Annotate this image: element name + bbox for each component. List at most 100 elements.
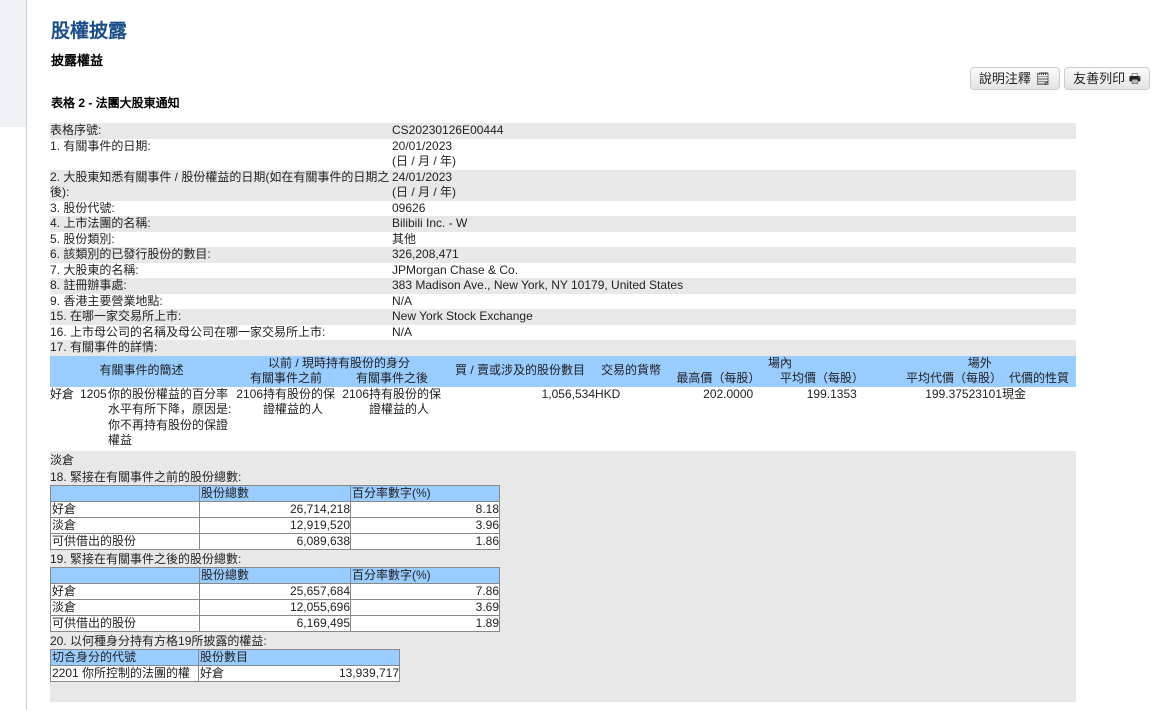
row-label: 淡倉 <box>50 516 200 534</box>
field-label: 17. 有關事件的詳情: <box>50 340 158 354</box>
row-pct: 3.69 <box>350 598 500 616</box>
after-code: 2106 <box>342 386 369 401</box>
s19-row: 淡倉 12,055,696 3.69 <box>50 598 500 616</box>
header-after: 有關事件之後 <box>355 371 428 385</box>
field-row: 1. 有關事件的日期: 20/01/2023 (日 / 月 / 年) <box>50 139 1076 170</box>
row-total: 26,714,218 <box>199 500 351 518</box>
row-pct: 8.18 <box>350 500 500 518</box>
capacity-desc: 你所控制的法團的權 <box>82 665 191 680</box>
row-total: 25,657,684 <box>199 582 351 600</box>
row-pct: 7.86 <box>350 582 500 600</box>
row-label: 淡倉 <box>50 598 200 616</box>
field-label: 3. 股份代號: <box>50 200 115 215</box>
row-label: 可供借出的股份 <box>50 614 200 632</box>
field-label: 1. 有關事件的日期: <box>50 138 151 153</box>
s18-col2: 百分率數字(%) <box>350 484 500 502</box>
header-average: 平均價（每股） <box>779 371 864 385</box>
field-value: 20/01/2023 <box>392 138 453 153</box>
field-label: 15. 在哪一家交易所上市: <box>50 309 182 323</box>
header-desc: 有關事件的簡述 <box>99 363 184 378</box>
before-desc: 持有股份的保證權益的人 <box>263 386 336 417</box>
header-currency: 交易的貨幣 <box>601 363 662 378</box>
header-avg-consideration: 平均代價（每股） <box>905 371 1002 385</box>
field-value: N/A <box>392 324 413 339</box>
field-label: 16. 上市母公司的名稱及母公司在哪一家交易所上市: <box>50 324 326 339</box>
row-pct: 1.89 <box>350 614 500 632</box>
event-code: 1205 <box>80 386 107 401</box>
s19-table: 股份總數 百分率數字(%) 好倉 25,657,684 7.86 淡倉 12,055,6… <box>50 566 500 632</box>
field-note: (日 / 月 / 年) <box>392 154 456 168</box>
event-average: 199.1353 <box>806 386 857 401</box>
row-total: 6,089,638 <box>199 532 351 550</box>
event-currency: HKD <box>595 386 621 401</box>
s19-row: 可供借出的股份 6,169,495 1.89 <box>50 614 500 632</box>
page-subtitle: 披露權益 <box>51 53 104 68</box>
header-capacity: 以前 / 現時持有股份的身分 <box>267 355 410 370</box>
s19-row: 好倉 25,657,684 7.86 <box>50 582 500 600</box>
s20-col2: 股份數目 <box>198 648 400 666</box>
form-body: 表格序號: CS20230126E00444 1. 有關事件的日期: 20/01/2… <box>50 123 1076 702</box>
s18-table: 股份總數 百分率數字(%) 好倉 26,714,218 8.18 淡倉 12,919,5… <box>50 484 500 550</box>
event-row: 好倉 1205 你的股份權益的百分率水平有所下降，原因是:你不再持有股份的保證權… <box>50 387 1076 451</box>
s20-title: 20. 以何種身分持有方格19所披露的權益: <box>50 633 267 648</box>
row-pct: 1.86 <box>350 532 500 550</box>
field-row: 8. 註冊辦事處: 383 Madison Ave., New York, NY … <box>50 278 1076 294</box>
field-label: 6. 該類別的已發行股份的數目: <box>50 247 211 261</box>
print-button[interactable]: 友善列印 🖶 <box>1064 67 1150 90</box>
short-position-label: 淡倉 <box>50 452 75 467</box>
field-row: 7. 大股東的名稱: JPMorgan Chase & Co. <box>50 263 1076 279</box>
event-shares: 1,056,534 <box>541 386 595 401</box>
field-row: 9. 香港主要營業地點: N/A <box>50 294 1076 310</box>
field-label: 7. 大股東的名稱: <box>50 262 139 277</box>
header-on-exchange: 場內 <box>767 355 792 370</box>
field-value: 383 Madison Ave., New York, NY 10179, Un… <box>392 278 684 292</box>
event-table: 有關事件的簡述 以前 / 現時持有股份的身分 買 / 賣或涉及的股份數目 交易的… <box>50 355 1076 451</box>
printer-icon: 🖶 <box>1128 71 1141 86</box>
field-row: 6. 該類別的已發行股份的數目: 326,208,471 <box>50 247 1076 263</box>
s20-table: 切合身分的代號 股份數目 2201 你所控制的法團的權 好倉 13,939,717 <box>50 648 400 682</box>
left-sidebar <box>0 0 26 127</box>
field-value: 326,208,471 <box>392 247 459 261</box>
event-desc: 你的股份權益的百分率水平有所下降，原因是:你不再持有股份的保證權益 <box>108 386 232 448</box>
field-label: 4. 上市法團的名稱: <box>50 216 151 230</box>
row-label: 好倉 <box>50 582 200 600</box>
s20-col1: 切合身分的代號 <box>50 648 199 666</box>
header-nature: 代價的性質 <box>1008 371 1069 385</box>
field-row: 17. 有關事件的詳情: <box>50 340 1076 356</box>
field-row: 3. 股份代號: 09626 <box>50 201 1076 217</box>
totals-section: 淡倉 18. 緊接在有關事件之前的股份總數: 股份總數 百分率數字(%) 好倉 26… <box>50 450 1076 702</box>
s19-title: 19. 緊接在有關事件之後的股份總數: <box>50 551 242 566</box>
row-total: 6,169,495 <box>199 614 351 632</box>
s18-title: 18. 緊接在有關事件之前的股份總數: <box>50 469 242 484</box>
field-value: 24/01/2023 <box>392 169 453 184</box>
event-nature: 現金 <box>1001 386 1026 401</box>
field-value: N/A <box>392 293 413 308</box>
field-value: 其他 <box>392 231 417 246</box>
row-pct: 3.96 <box>350 516 500 534</box>
field-note: (日 / 月 / 年) <box>392 185 456 199</box>
notes-button[interactable]: 說明注釋 🗒 <box>969 67 1061 90</box>
header-before: 有關事件之前 <box>249 371 322 385</box>
header-highest: 最高價（每股） <box>676 371 761 385</box>
row-total: 12,919,520 <box>199 516 351 534</box>
row-total: 12,055,696 <box>199 598 351 616</box>
field-row: 5. 股份類別: 其他 <box>50 232 1076 248</box>
event-avg-consideration: 199.37523101 <box>925 386 1002 401</box>
event-position: 好倉 <box>50 386 75 401</box>
field-value: JPMorgan Chase & Co. <box>392 262 519 277</box>
field-row: 表格序號: CS20230126E00444 <box>50 123 1076 139</box>
event-header-row-1: 有關事件的簡述 以前 / 現時持有股份的身分 買 / 賣或涉及的股份數目 交易的… <box>50 355 1076 377</box>
header-shares: 買 / 賣或涉及的股份數目 <box>454 363 585 378</box>
field-value: Bilibili Inc. - W <box>392 216 468 230</box>
row-label: 可供借出的股份 <box>50 532 200 550</box>
after-desc: 持有股份的保證權益的人 <box>369 386 442 417</box>
field-label: 8. 註冊辦事處: <box>50 278 127 292</box>
shares: 13,939,717 <box>338 665 399 680</box>
position: 好倉 <box>200 665 225 680</box>
field-label: 9. 香港主要營業地點: <box>50 293 163 308</box>
print-label: 友善列印 <box>1073 71 1126 86</box>
sidebar-divider <box>26 0 27 710</box>
field-value: 09626 <box>392 200 426 215</box>
s18-row: 好倉 26,714,218 8.18 <box>50 500 500 518</box>
field-label: 2. 大股東知悉有關事件 / 股份權益的日期(如在有關事件的日期之後): <box>50 169 390 200</box>
